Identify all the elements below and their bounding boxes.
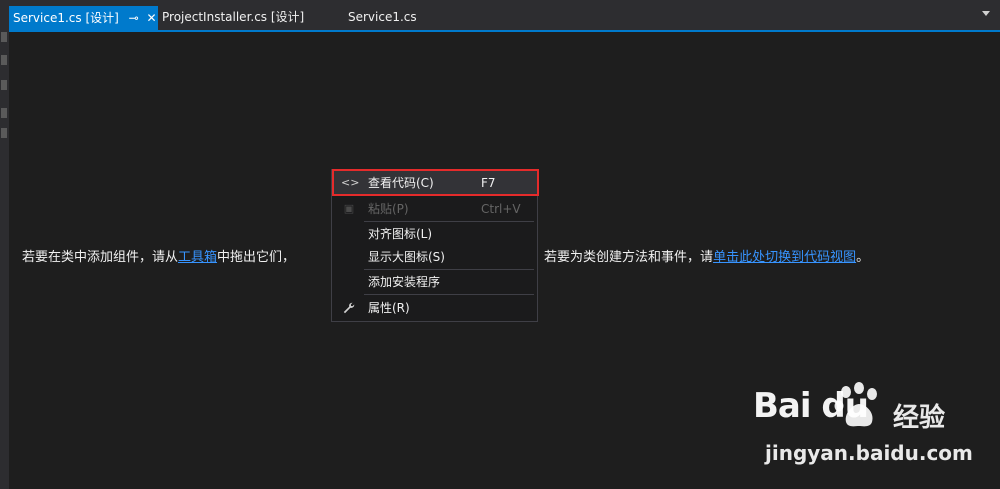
tab-label: ProjectInstaller.cs [设计]	[162, 10, 305, 24]
code-view-link[interactable]: 单击此处切换到代码视图	[713, 250, 856, 265]
hint-text-part: 。	[856, 250, 870, 265]
menu-item-label: 属性(R)	[368, 301, 410, 315]
menu-item-align-icons[interactable]: 对齐图标(L)	[333, 222, 536, 246]
menu-item-shortcut: F7	[481, 176, 496, 190]
tab-projectinstaller-design[interactable]: ProjectInstaller.cs [设计]	[162, 6, 304, 28]
tab-label: Service1.cs [设计]	[13, 11, 119, 25]
hint-text-part: 若要在类中添加组件，请从	[22, 250, 179, 265]
menu-item-properties[interactable]: 属性(R)	[333, 296, 536, 320]
toolbox-link[interactable]: 工具箱	[178, 250, 217, 265]
tab-service1-design[interactable]: Service1.cs [设计] ⊸ ✕	[9, 6, 159, 30]
baidu-watermark: Bai du 经验 jingyan.baidu.com	[745, 378, 973, 473]
menu-item-label: 对齐图标(L)	[368, 227, 433, 241]
strip-marker	[1, 108, 7, 118]
menu-item-paste[interactable]: ▣ 粘贴(P) Ctrl+V	[333, 197, 536, 221]
menu-separator	[364, 294, 534, 295]
menu-item-show-large-icons[interactable]: 显示大图标(S)	[333, 245, 536, 269]
tab-service1-code[interactable]: Service1.cs	[348, 6, 417, 28]
code-brackets-icon: <>	[341, 176, 360, 189]
hint-text-part: 中拖出它们，	[217, 250, 296, 265]
chevron-down-icon[interactable]	[982, 11, 990, 16]
strip-marker	[1, 80, 7, 90]
menu-item-label: 添加安装程序	[368, 275, 441, 289]
close-icon[interactable]: ✕	[144, 6, 158, 30]
left-tool-strip	[0, 0, 9, 489]
menu-item-view-code[interactable]: <> 查看代码(C) F7	[333, 171, 536, 195]
menu-item-add-installer[interactable]: 添加安装程序	[333, 270, 536, 294]
watermark-cn: 经验	[893, 403, 946, 433]
document-tab-bar: Service1.cs [设计] ⊸ ✕ ProjectInstaller.cs…	[9, 0, 1000, 30]
wrench-icon	[341, 296, 357, 320]
menu-item-label: 粘贴(P)	[368, 202, 409, 216]
pin-icon[interactable]: ⊸	[127, 6, 141, 30]
watermark-url: jingyan.baidu.com	[765, 441, 973, 465]
paste-icon: ▣	[343, 202, 355, 215]
menu-item-shortcut: Ctrl+V	[481, 202, 521, 216]
strip-marker	[1, 128, 7, 138]
paw-icon	[834, 382, 877, 427]
tab-label: Service1.cs	[348, 10, 417, 24]
menu-item-label: 查看代码(C)	[368, 176, 434, 190]
menu-item-label: 显示大图标(S)	[368, 250, 445, 264]
strip-marker	[1, 32, 7, 42]
strip-marker	[1, 55, 7, 65]
